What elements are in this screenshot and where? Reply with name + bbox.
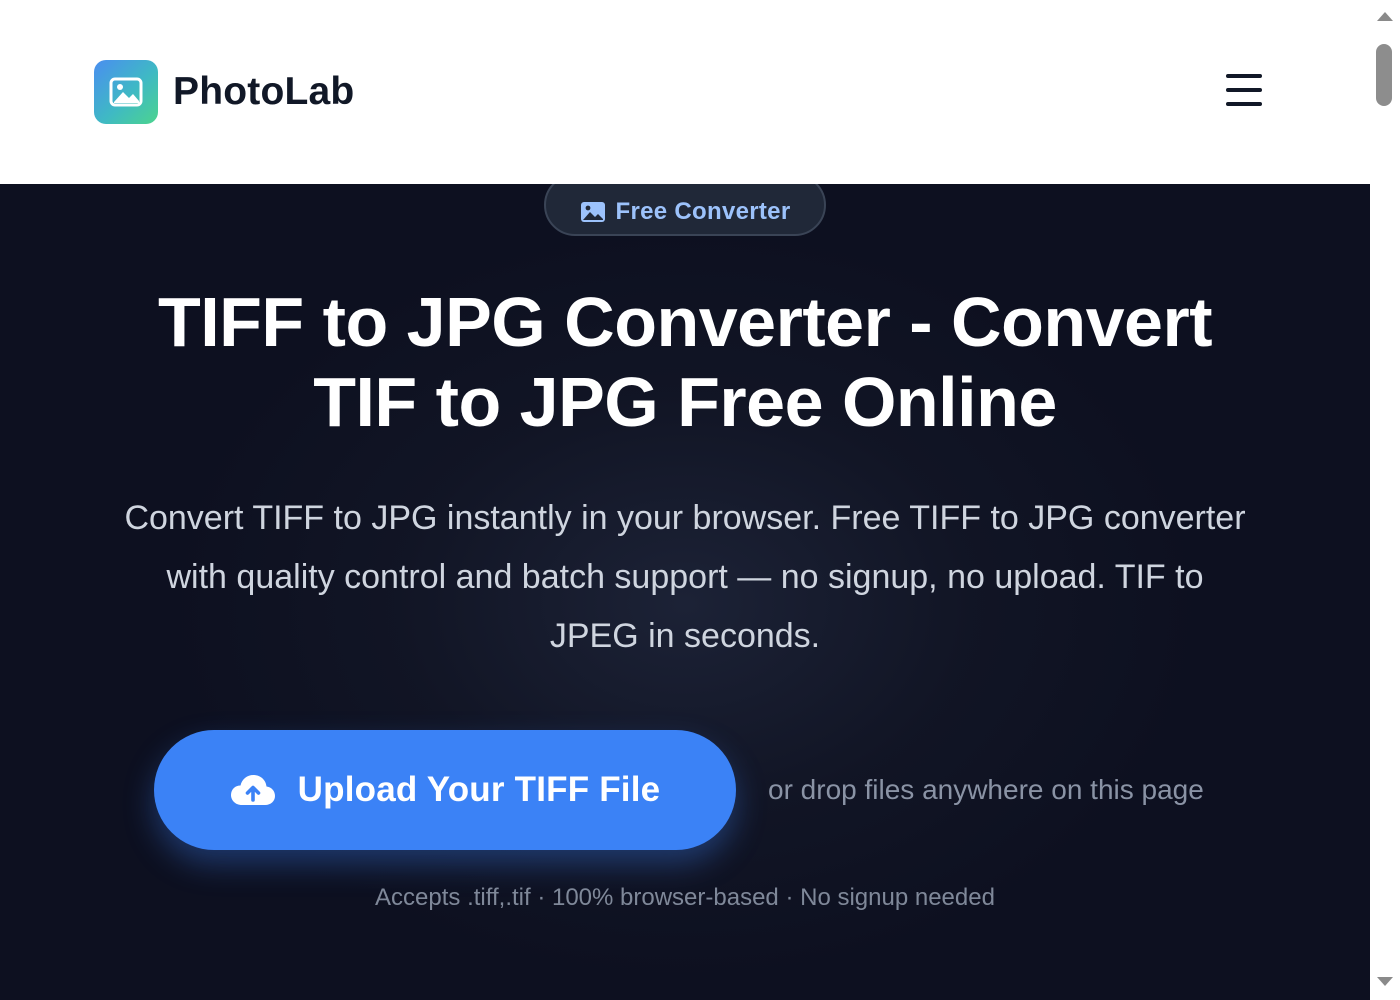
site-header: PhotoLab: [0, 0, 1370, 184]
menu-bar: [1226, 102, 1262, 106]
brand-name[interactable]: PhotoLab: [173, 68, 354, 116]
title-line: TIF to JPG Free Online: [313, 363, 1057, 441]
subtitle-line: with quality control and batch support —…: [166, 558, 1204, 596]
image-icon: [580, 202, 605, 222]
subtitle-line: JPEG in seconds.: [549, 617, 821, 655]
hero-section: Free Converter TIFF to JPG Converter - C…: [0, 184, 1370, 1000]
cloud-upload-icon: [230, 775, 275, 805]
menu-bar: [1226, 88, 1262, 92]
page-scrollbar[interactable]: [1370, 0, 1400, 1000]
upload-tiff-button[interactable]: Upload Your TIFF File: [154, 730, 736, 850]
accepts-note: Accepts .tiff,.tif · 100% browser-based …: [375, 884, 995, 911]
hamburger-menu-icon[interactable]: [1222, 70, 1266, 112]
subtitle-line: Convert TIFF to JPG instantly in your br…: [124, 499, 1246, 537]
menu-bar: [1226, 74, 1262, 78]
page-title: TIFF to JPG Converter - Convert TIF to J…: [90, 282, 1280, 442]
logo[interactable]: [94, 60, 158, 124]
badge-label: Free Converter: [615, 198, 791, 225]
title-line: TIFF to JPG Converter - Convert: [157, 283, 1213, 361]
image-icon: [109, 77, 143, 107]
upload-button-label: Upload Your TIFF File: [297, 770, 661, 809]
scroll-down-arrow-icon[interactable]: [1377, 977, 1393, 986]
free-converter-badge: Free Converter: [544, 184, 826, 236]
scroll-up-arrow-icon[interactable]: [1377, 12, 1393, 21]
page-subtitle: Convert TIFF to JPG instantly in your br…: [80, 489, 1290, 666]
drop-hint: or drop files anywhere on this page: [768, 774, 1204, 805]
scroll-thumb[interactable]: [1376, 44, 1392, 106]
